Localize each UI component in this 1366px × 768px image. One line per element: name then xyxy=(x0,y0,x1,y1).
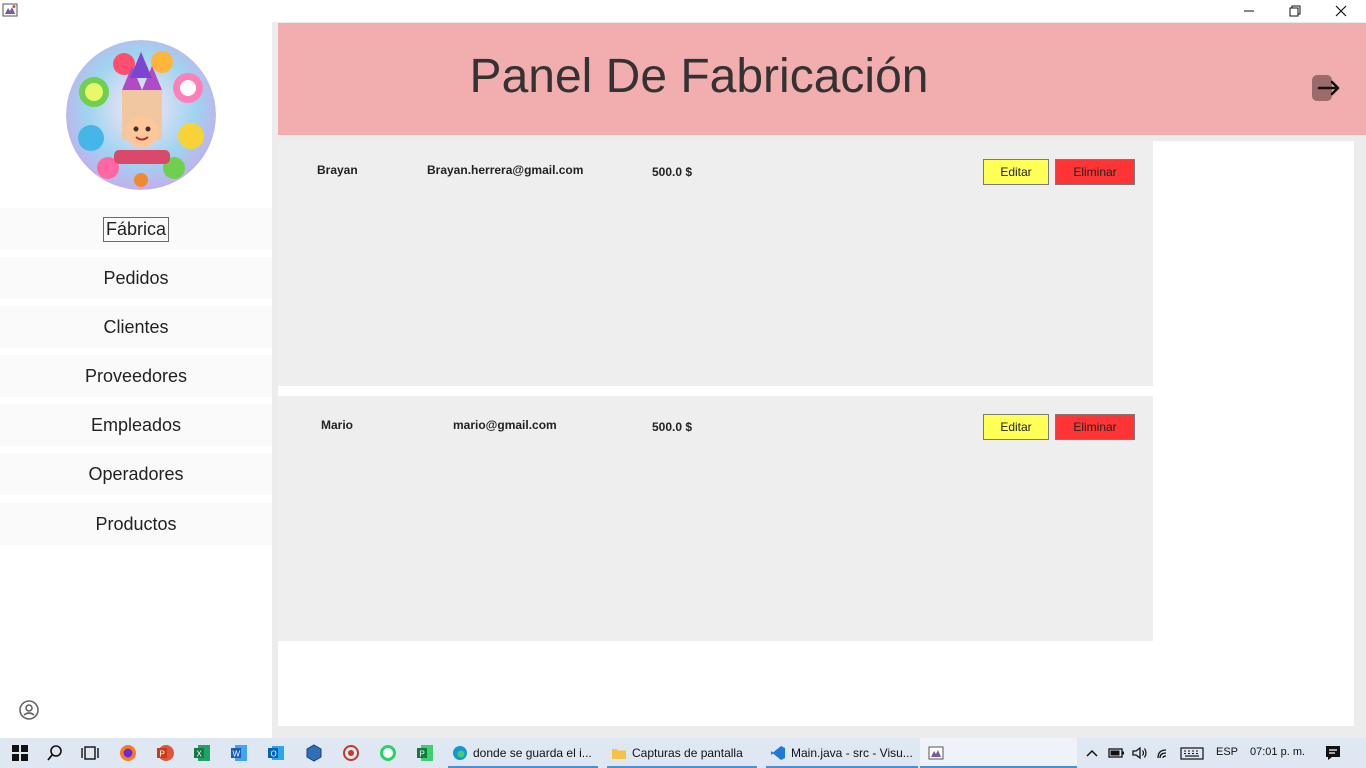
minimize-icon xyxy=(1244,10,1254,12)
taskbar-app-label: donde se guarda el i... xyxy=(473,746,592,760)
header: Panel De Fabricación xyxy=(278,23,1366,135)
svg-text:X: X xyxy=(197,750,203,759)
taskbar-app-java[interactable] xyxy=(920,738,1077,768)
record-amount: 500.0 $ xyxy=(652,165,693,179)
taskbar-app-explorer[interactable]: Capturas de pantalla xyxy=(607,738,757,768)
record-email: mario@gmail.com xyxy=(453,418,557,432)
records-list: Brayan Brayan.herrera@gmail.com 500.0 $ … xyxy=(278,141,1354,726)
record-name: Mario xyxy=(321,418,354,432)
clock[interactable]: 07:01 p. m. xyxy=(1250,746,1305,758)
taskbar-app-edge[interactable]: donde se guarda el i... xyxy=(448,738,598,768)
sidebar-item-fabrica[interactable]: Fábrica xyxy=(0,208,272,250)
powerpoint-icon[interactable]: P xyxy=(155,743,175,763)
language-indicator[interactable]: ESP xyxy=(1216,746,1238,758)
taskbar-app-label: Capturas de pantalla xyxy=(632,746,743,760)
delete-button[interactable]: Eliminar xyxy=(1055,159,1135,185)
sidebar-item-operadores[interactable]: Operadores xyxy=(0,453,272,495)
sidebar-item-empleados[interactable]: Empleados xyxy=(0,404,272,446)
record-email: Brayan.herrera@gmail.com xyxy=(427,163,584,177)
sidebar-item-proveedores[interactable]: Proveedores xyxy=(0,355,272,397)
sidebar-item-label: Proveedores xyxy=(84,365,188,386)
candy-castle-logo xyxy=(66,40,216,190)
excel-icon[interactable]: X xyxy=(192,743,212,763)
svg-text:O: O xyxy=(271,750,277,759)
sidebar: Fábrica Pedidos Clientes Proveedores Emp… xyxy=(0,22,272,738)
record-name: Brayan xyxy=(317,163,358,177)
project-icon[interactable]: P xyxy=(415,743,435,763)
list-item: Brayan Brayan.herrera@gmail.com 500.0 $ … xyxy=(278,141,1153,386)
app-window: Fábrica Pedidos Clientes Proveedores Emp… xyxy=(0,0,1366,768)
sidebar-item-label: Productos xyxy=(95,513,177,534)
folder-icon xyxy=(612,749,626,759)
java-app-icon xyxy=(928,746,944,760)
keyboard-icon[interactable] xyxy=(1180,743,1204,763)
whatsapp-icon[interactable] xyxy=(378,743,398,763)
windows-start-icon[interactable] xyxy=(10,743,30,763)
minimize-button[interactable] xyxy=(1226,0,1272,22)
user-account-icon[interactable] xyxy=(18,699,40,721)
restore-icon xyxy=(1289,5,1301,17)
logout-arrow-icon[interactable] xyxy=(1311,73,1341,103)
restore-button[interactable] xyxy=(1272,0,1318,22)
outlook-icon[interactable]: O xyxy=(266,743,286,763)
taskbar-app-vscode[interactable]: Main.java - src - Visu... xyxy=(766,738,918,768)
taskbar-app-label: Main.java - src - Visu... xyxy=(791,746,913,760)
svg-text:P: P xyxy=(160,750,165,759)
page-title: Panel De Fabricación xyxy=(469,50,929,103)
sidebar-item-label: Fábrica xyxy=(102,216,170,242)
sync-app-icon[interactable] xyxy=(341,743,361,763)
sidebar-item-clientes[interactable]: Clientes xyxy=(0,306,272,348)
record-amount: 500.0 $ xyxy=(652,420,693,434)
main-panel: Panel De Fabricación Brayan Brayan.herre… xyxy=(272,22,1366,738)
list-item: Mario mario@gmail.com 500.0 $ Editar Eli… xyxy=(278,396,1153,641)
edge-icon xyxy=(453,746,467,760)
search-icon[interactable] xyxy=(45,743,65,763)
taskbar: P X W O P donde se guarda el i... Captur… xyxy=(0,738,1366,768)
task-view-icon[interactable] xyxy=(80,743,100,763)
notifications-icon[interactable] xyxy=(1323,743,1343,763)
chevron-up-icon[interactable] xyxy=(1082,743,1102,763)
word-icon[interactable]: W xyxy=(229,743,249,763)
battery-icon[interactable] xyxy=(1106,743,1126,763)
sidebar-item-label: Operadores xyxy=(88,463,184,484)
virtualbox-icon[interactable] xyxy=(304,743,324,763)
sidebar-item-pedidos[interactable]: Pedidos xyxy=(0,257,272,299)
sidebar-item-label: Pedidos xyxy=(103,267,169,288)
sidebar-item-label: Empleados xyxy=(90,414,182,435)
svg-text:P: P xyxy=(420,750,425,759)
close-button[interactable] xyxy=(1318,0,1364,22)
svg-text:W: W xyxy=(233,750,241,759)
title-bar xyxy=(0,0,1366,22)
wifi-icon[interactable] xyxy=(1155,743,1175,763)
java-app-icon xyxy=(2,3,18,17)
sidebar-item-label: Clientes xyxy=(103,316,169,337)
firefox-icon[interactable] xyxy=(118,743,138,763)
delete-button[interactable]: Eliminar xyxy=(1055,414,1135,440)
vscode-icon xyxy=(771,746,785,760)
edit-button[interactable]: Editar xyxy=(983,414,1049,440)
edit-button[interactable]: Editar xyxy=(983,159,1049,185)
volume-icon[interactable] xyxy=(1130,743,1150,763)
sidebar-item-productos[interactable]: Productos xyxy=(0,503,272,545)
close-icon xyxy=(1335,5,1347,17)
